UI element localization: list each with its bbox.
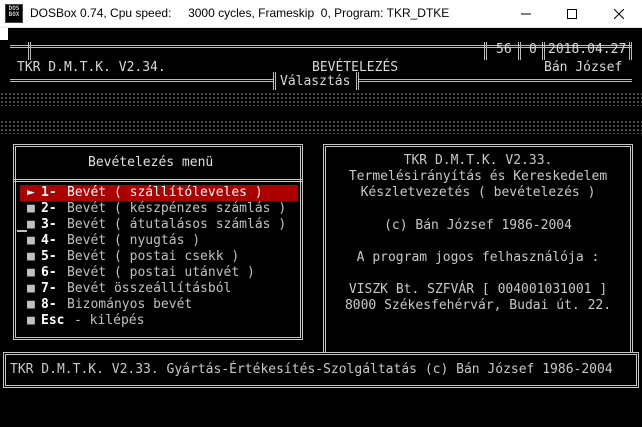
pattern-strip-top <box>0 92 642 106</box>
window-title: DOSBox 0.74, Cpu speed: 3000 cycles, Fra… <box>30 6 450 20</box>
menu-item-key: 1- <box>41 185 57 200</box>
info-line-licensee-label: A program jogos felhasználója : <box>356 250 600 265</box>
info-line-title: TKR D.M.T.K. V2.33. <box>403 153 553 168</box>
menu-item-1[interactable]: ► 1- Bevét ( szállítóleveles ) <box>20 185 298 201</box>
menu-item-label: Bevét ( postai csekk ) <box>67 249 240 264</box>
maximize-icon <box>567 9 577 19</box>
menu-title: Bevételezés menü <box>88 155 214 170</box>
menu-title-separator <box>13 179 303 182</box>
info-line-licensee: VISZK Bt. SZFVÁR [ 004001031001 ] <box>348 282 608 297</box>
menu-item-key: 6- <box>41 265 57 280</box>
menu-item-4[interactable]: ■ 4- Bevét ( nyugtás ) <box>20 233 298 249</box>
menu-item-key: 8- <box>41 297 57 312</box>
selected-arrow-icon: ► <box>27 185 35 200</box>
bullet-icon: ■ <box>27 297 35 312</box>
scroll-marker-icon <box>0 28 8 40</box>
dos-screen[interactable]: 56 0 2018.04.27 TKR D.M.T.K. V2.34. BEVÉ… <box>0 28 642 427</box>
app-icon-text-bottom: BOX <box>8 11 20 18</box>
header-counter-a: 56 <box>496 42 512 57</box>
close-button[interactable] <box>596 0 642 28</box>
bullet-icon: ■ <box>27 281 35 296</box>
header-divider-end <box>629 42 632 60</box>
menu-item-key: 7- <box>41 281 57 296</box>
menu-item-label: Bizományos bevét <box>67 297 193 312</box>
menu-item-key: 5- <box>41 249 57 264</box>
header-counter-b: 0 <box>529 42 537 57</box>
bullet-icon: ■ <box>27 233 35 248</box>
menu-item-key: 4- <box>41 233 57 248</box>
bullet-icon: ■ <box>27 217 35 232</box>
bullet-icon: ■ <box>27 249 35 264</box>
bullet-icon: ■ <box>27 201 35 216</box>
menu-item-label: Bevét ( nyugtás ) <box>67 233 201 248</box>
menu-item-label: Bevét ( átutalásos számlás ) <box>67 217 287 232</box>
menu-item-8[interactable]: ■ 8- Bizományos bevét <box>20 297 298 313</box>
menu-item-key: 2- <box>41 201 57 216</box>
info-line-address: 8000 Székesfehérvár, Budai út. 22. <box>344 298 612 313</box>
menu-item-esc[interactable]: ■ Esc - kilépés <box>20 313 298 329</box>
dosbox-app-icon[interactable]: DOS BOX <box>5 4 23 23</box>
header-divider-right <box>484 42 487 60</box>
menu-item-7[interactable]: ■ 7- Bevét összeállításból <box>20 281 298 297</box>
menu-item-label: Bevét ( postai utánvét ) <box>67 265 255 280</box>
menu-item-label: Bevét ( készpénzes számlás ) <box>67 201 287 216</box>
header-frame-top <box>10 45 632 52</box>
header-divider-left <box>28 42 31 60</box>
minimize-button[interactable] <box>503 0 549 28</box>
menu-item-key: 3- <box>41 217 57 232</box>
info-line-module: Készletvezetés ( bevételezés ) <box>360 185 596 200</box>
pattern-strip-mid <box>0 120 642 134</box>
minimize-icon <box>521 13 531 15</box>
menu-item-6[interactable]: ■ 6- Bevét ( postai utánvét ) <box>20 265 298 281</box>
menu-item-label: Bevét összeállításból <box>67 281 232 296</box>
menu-item-label: Bevét ( szállítóleveles ) <box>67 185 263 200</box>
header-divider-mid <box>518 42 521 60</box>
close-icon <box>614 9 624 19</box>
menu-item-5[interactable]: ■ 5- Bevét ( postai csekk ) <box>20 249 298 265</box>
menu-item-2[interactable]: ■ 2- Bevét ( készpénzes számlás ) <box>20 201 298 217</box>
header-divider-date <box>542 42 545 60</box>
menu-item-3[interactable]: ■ 3- Bevét ( átutalásos számlás ) <box>20 217 298 233</box>
user-name: Bán József <box>544 60 623 75</box>
window-title-bar[interactable]: DOS BOX DOSBox 0.74, Cpu speed: 3000 cyc… <box>0 0 642 28</box>
menu-item-label: - kilépés <box>74 313 145 328</box>
info-line-subtitle: Termelésirányítás és Kereskedelem <box>348 169 608 184</box>
menu-item-key: Esc <box>41 313 65 328</box>
maximize-button[interactable] <box>549 0 595 28</box>
footer-text: TKR D.M.T.K. V2.33. Gyártás-Értékesítés-… <box>10 362 613 377</box>
app-version: TKR D.M.T.K. V2.34. <box>17 60 166 75</box>
bullet-icon: ■ <box>27 265 35 280</box>
header-date: 2018.04.27 <box>548 42 627 57</box>
bullet-icon: ■ <box>27 313 35 328</box>
screen-subtitle: Választás <box>280 74 351 89</box>
info-line-copyright: (c) Bán József 1986-2004 <box>384 218 572 233</box>
